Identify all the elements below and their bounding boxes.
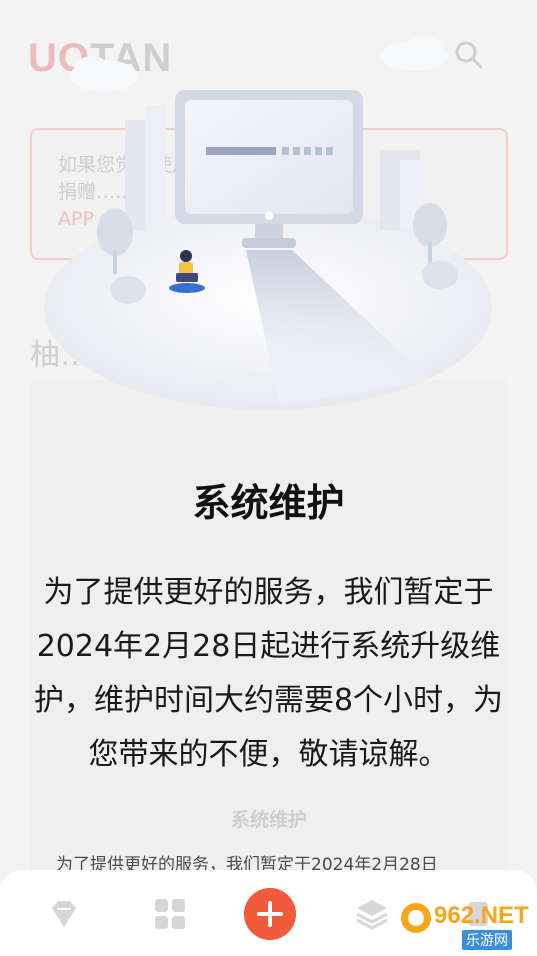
add-button[interactable]: [244, 888, 296, 940]
diamond-icon[interactable]: [46, 896, 82, 932]
maintenance-dialog: 系统维护 为了提供更好的服务，我们暂定于2024年2月28日起进行系统升级维护，…: [0, 0, 537, 850]
watermark-logo-icon: [401, 903, 431, 933]
watermark-site: 乐游网: [462, 930, 512, 950]
dialog-title: 系统维护: [192, 481, 345, 525]
maintenance-illustration: [44, 36, 492, 410]
watermark-brand: 962.NET: [434, 902, 529, 929]
app-screen: UOTAN 如果您觉得使用……，不妨 捐赠……区 APP 柚… 系统维护 为了提…: [0, 0, 537, 956]
site-watermark: 962.NET 乐游网: [398, 900, 530, 952]
dialog-message: 为了提供更好的服务，我们暂定于2024年2月28日起进行系统升级维护，维护时间大…: [33, 575, 504, 772]
layers-icon[interactable]: [354, 896, 390, 932]
grid-icon[interactable]: [152, 896, 188, 932]
